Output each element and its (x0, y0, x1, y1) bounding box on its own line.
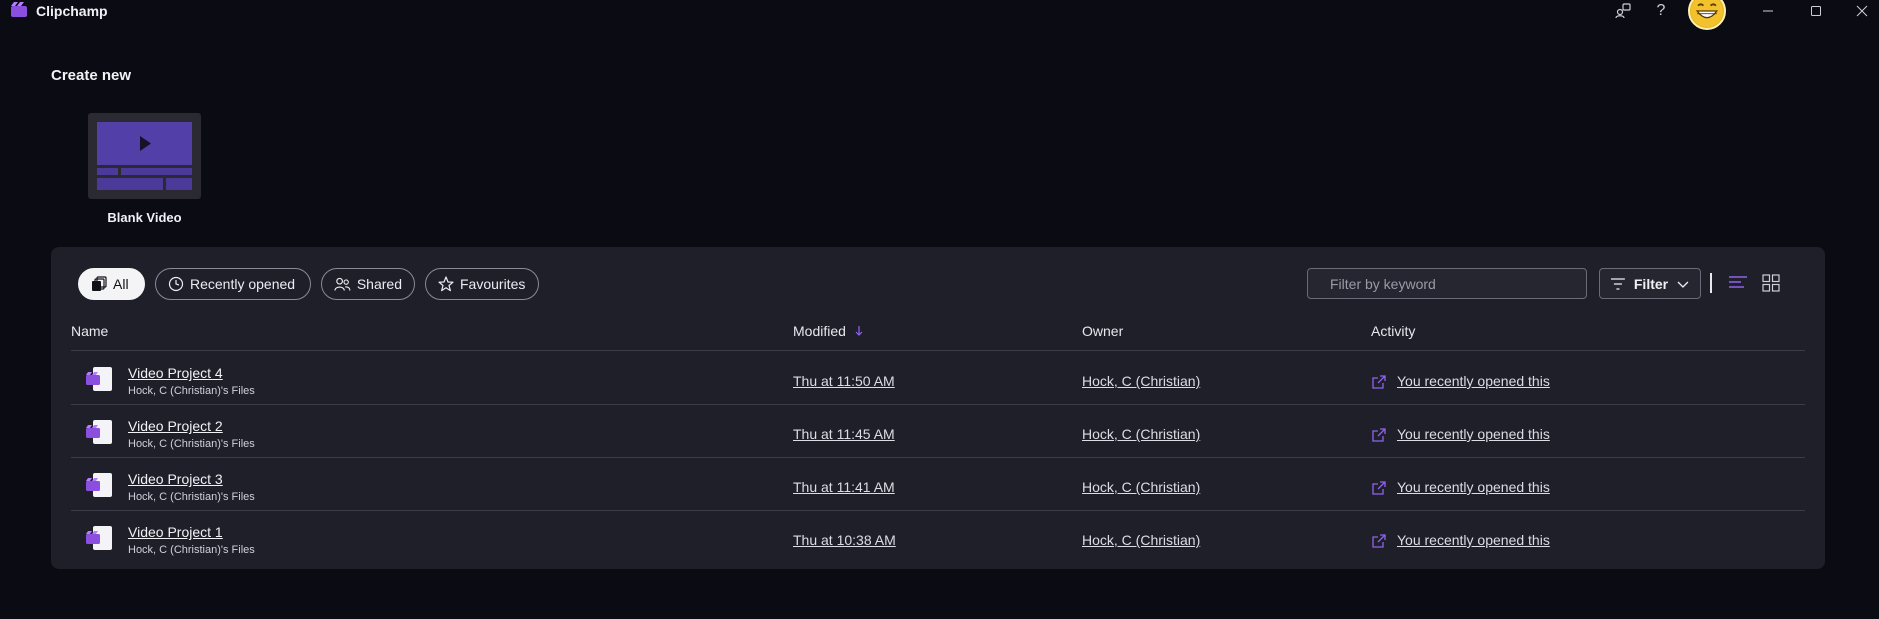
modified-link[interactable]: Thu at 11:50 AM (793, 373, 895, 389)
filter-chip-shared[interactable]: Shared (321, 268, 415, 300)
activity-link[interactable]: You recently opened this (1397, 532, 1550, 548)
owner-link[interactable]: Hock, C (Christian) (1082, 373, 1200, 389)
chevron-down-icon (1677, 281, 1689, 288)
title-bar: Clipchamp ? (0, 0, 1879, 30)
clipchamp-file-icon (86, 526, 112, 550)
filter-chip-label: Recently opened (190, 276, 296, 292)
maximize-icon[interactable] (1806, 0, 1826, 22)
open-external-icon (1372, 481, 1386, 495)
clipchamp-logo-icon (11, 2, 27, 17)
filter-chip-all[interactable]: All (78, 268, 145, 300)
activity-link[interactable]: You recently opened this (1397, 426, 1550, 442)
filter-chip-recently-opened[interactable]: Recently opened (155, 268, 311, 300)
open-external-icon (1372, 375, 1386, 389)
app-title: Clipchamp (36, 3, 108, 19)
table-row[interactable]: Video Project 3 Hock, C (Christian)'s Fi… (71, 457, 1805, 510)
project-location: Hock, C (Christian)'s Files (128, 544, 255, 556)
stack-icon (92, 276, 107, 291)
clipchamp-file-icon (86, 367, 112, 391)
filter-chip-label: Shared (356, 276, 402, 292)
blank-video-label[interactable]: Blank Video (88, 210, 201, 225)
project-name-link[interactable]: Video Project 4 (128, 365, 223, 381)
help-icon[interactable]: ? (1650, 0, 1672, 22)
filter-lines-icon (1610, 277, 1625, 290)
table-row[interactable]: Video Project 4 Hock, C (Christian)'s Fi… (71, 351, 1805, 404)
filter-keyword-input[interactable] (1307, 268, 1587, 299)
open-external-icon (1372, 428, 1386, 442)
clipchamp-file-icon (86, 420, 112, 444)
filter-button-label: Filter (1633, 275, 1669, 292)
minimize-icon[interactable] (1758, 0, 1778, 22)
open-external-icon (1372, 534, 1386, 548)
modified-link[interactable]: Thu at 11:41 AM (793, 479, 895, 495)
owner-link[interactable]: Hock, C (Christian) (1082, 426, 1200, 442)
create-new-heading: Create new (51, 67, 132, 84)
filter-chip-favourites[interactable]: Favourites (425, 268, 539, 300)
list-view-icon[interactable] (1727, 273, 1749, 293)
project-location: Hock, C (Christian)'s Files (128, 385, 255, 397)
blank-video-card[interactable] (88, 113, 201, 199)
owner-link[interactable]: Hock, C (Christian) (1082, 479, 1200, 495)
owner-link[interactable]: Hock, C (Christian) (1082, 532, 1200, 548)
close-icon[interactable] (1852, 0, 1872, 22)
column-header-owner[interactable]: Owner (1082, 323, 1123, 339)
activity-link[interactable]: You recently opened this (1397, 479, 1550, 495)
project-name-link[interactable]: Video Project 1 (128, 524, 223, 540)
people-icon (334, 277, 351, 291)
table-row[interactable]: Video Project 2 Hock, C (Christian)'s Fi… (71, 404, 1805, 457)
grid-view-icon[interactable] (1761, 273, 1781, 293)
table-row[interactable]: Video Project 1 Hock, C (Christian)'s Fi… (71, 510, 1805, 563)
column-header-label: Modified (793, 323, 846, 339)
avatar[interactable] (1688, 0, 1726, 30)
modified-link[interactable]: Thu at 10:38 AM (793, 532, 896, 548)
filter-chip-label: Favourites (460, 276, 526, 292)
toolbar-divider (1710, 273, 1712, 293)
filter-button[interactable]: Filter (1599, 268, 1701, 299)
share-people-icon[interactable] (1612, 0, 1634, 22)
modified-link[interactable]: Thu at 11:45 AM (793, 426, 895, 442)
column-header-modified[interactable]: Modified (793, 323, 864, 339)
project-location: Hock, C (Christian)'s Files (128, 438, 255, 450)
project-location: Hock, C (Christian)'s Files (128, 491, 255, 503)
activity-link[interactable]: You recently opened this (1397, 373, 1550, 389)
project-name-link[interactable]: Video Project 3 (128, 471, 223, 487)
star-icon (438, 276, 454, 292)
video-timeline-thumbnail-icon (97, 122, 192, 190)
filter-chip-label: All (113, 276, 129, 292)
column-header-activity[interactable]: Activity (1371, 323, 1415, 339)
project-name-link[interactable]: Video Project 2 (128, 418, 223, 434)
clock-icon (168, 276, 184, 292)
clipchamp-file-icon (86, 473, 112, 497)
sort-descending-arrow-icon (855, 326, 863, 336)
column-header-name[interactable]: Name (71, 323, 108, 339)
